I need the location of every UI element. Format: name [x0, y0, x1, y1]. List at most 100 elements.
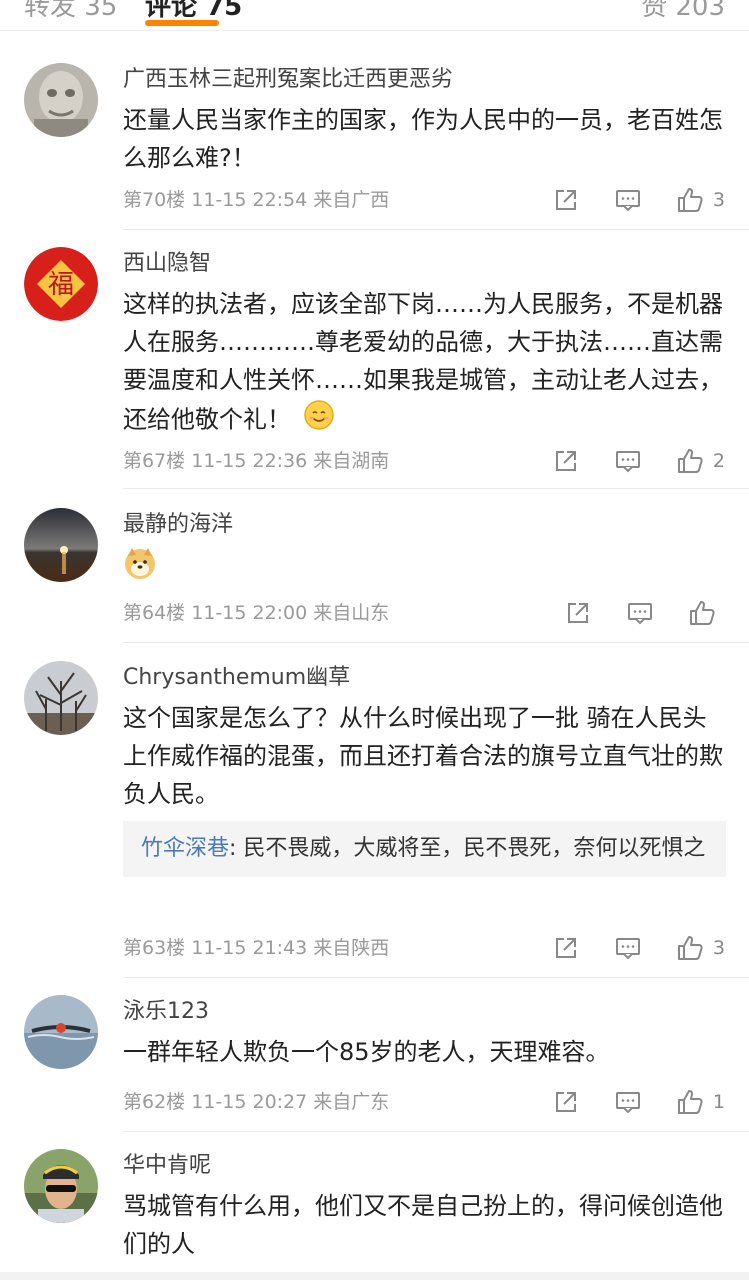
- like-button[interactable]: 3: [677, 187, 725, 213]
- share-button[interactable]: [565, 600, 591, 626]
- share-button[interactable]: [553, 1089, 579, 1115]
- reply-button[interactable]: [615, 448, 641, 474]
- comment-username[interactable]: 最静的海洋: [123, 510, 233, 540]
- comment-icon: [615, 938, 640, 960]
- comment-text: 还量人民当家作主的国家，作为人民中的一员，老百姓怎么那么难?！: [123, 106, 723, 172]
- share-icon: [568, 603, 588, 623]
- comment-location: 来自湖南: [313, 450, 390, 472]
- like-count: 1: [712, 1091, 725, 1113]
- active-tab-indicator: [145, 20, 219, 26]
- share-button[interactable]: [553, 448, 579, 474]
- comment-location: 来自广西: [313, 189, 390, 211]
- comment-time: 11-15 22:54: [191, 189, 308, 211]
- reply-text: 竹伞深巷: 民不畏威，大威将至，民不畏死，奈何以死惧之: [123, 821, 726, 877]
- comment-time: 11-15 20:27: [191, 1091, 308, 1113]
- comment-username[interactable]: Chrysanthemum幽草: [123, 663, 350, 693]
- comment-actions: [529, 598, 725, 628]
- comment-time: 11-15 22:00: [191, 602, 308, 624]
- comment-icon: [628, 603, 652, 625]
- avatar[interactable]: 福: [24, 247, 98, 321]
- comment-icon: [615, 451, 640, 473]
- like-count: 3: [712, 937, 725, 959]
- share-icon: [555, 938, 576, 958]
- comment-username[interactable]: 泳乐123: [123, 997, 209, 1027]
- comment-tabs: 转发 35 评论 75 赞 203: [0, 0, 749, 31]
- comment-text: [123, 546, 729, 591]
- divider: [123, 488, 749, 489]
- divider: [123, 1131, 749, 1132]
- comment-actions: 2: [517, 446, 725, 476]
- comment-meta: 第62楼 11-15 20:27 来自广东: [123, 1089, 389, 1115]
- like-button[interactable]: 3: [677, 935, 725, 961]
- reply-button[interactable]: [627, 600, 653, 626]
- floor-number: 第64楼: [123, 602, 186, 624]
- reply-button[interactable]: [615, 1089, 641, 1115]
- reply-button[interactable]: [615, 935, 641, 961]
- share-icon: [555, 190, 576, 210]
- avatar[interactable]: [24, 63, 98, 137]
- comment-username[interactable]: 华中肯呢: [123, 1151, 211, 1181]
- cyclist-avatar: [24, 1149, 98, 1223]
- comment-time: 11-15 21:43: [191, 937, 308, 959]
- bare-trees-avatar: [24, 661, 98, 735]
- svg-text:福: 福: [48, 270, 74, 300]
- comment-actions: 3: [517, 933, 725, 963]
- thumbs-up-icon: [690, 601, 715, 625]
- comment-text: 骂城管有什么用，他们又不是自己扮上的，得问候创造他们的人: [123, 1192, 723, 1258]
- reply-button[interactable]: [615, 187, 641, 213]
- divider: [123, 229, 749, 230]
- comment-meta: 第64楼 11-15 22:00 来自山东: [123, 600, 389, 626]
- share-button[interactable]: [553, 187, 579, 213]
- comment-text: 这个国家是怎么了？从什么时候出现了一批 骑在人民头上作威作福的混蛋，而且还打着合…: [123, 704, 723, 808]
- comment-meta: 第67楼 11-15 22:36 来自湖南: [123, 448, 389, 474]
- share-icon: [555, 451, 576, 471]
- share-icon: [555, 1092, 576, 1112]
- tab-likes[interactable]: 赞 203: [641, 0, 725, 23]
- sunset-sea-avatar: [24, 508, 98, 582]
- like-button[interactable]: 2: [677, 448, 725, 474]
- comment-meta: 第63楼 11-15 21:43 来自陕西: [123, 935, 389, 961]
- comment-icon: [615, 1092, 640, 1114]
- comment-text: 这样的执法者，应该全部下岗……为人民服务，不是机器人在服务…………尊老爱幼的品德…: [123, 285, 729, 442]
- floor-number: 第63楼: [123, 937, 186, 959]
- reply-box[interactable]: 竹伞深巷: 民不畏威，大威将至，民不畏死，奈何以死惧之: [123, 821, 726, 877]
- comment-text: 一群年轻人欺负一个85岁的老人，天理难容。: [123, 1038, 610, 1066]
- smile-emoji: [303, 399, 335, 442]
- divider: [123, 642, 749, 643]
- floor-number: 第62楼: [123, 1091, 186, 1113]
- comment-location: 来自山东: [313, 602, 390, 624]
- comment-actions: 3: [517, 185, 725, 215]
- comment-username[interactable]: 西山隐智: [123, 249, 211, 279]
- avatar[interactable]: [24, 661, 98, 735]
- bottom-edge: [0, 1272, 749, 1280]
- comment-icon: [615, 190, 640, 212]
- thumbs-up-icon: [677, 188, 703, 212]
- comment-time: 11-15 22:36: [191, 450, 308, 472]
- tab-reposts[interactable]: 转发 35: [24, 0, 117, 23]
- thumbs-up-icon: [677, 936, 703, 960]
- comment-text-body: 这样的执法者，应该全部下岗……为人民服务，不是机器人在服务…………尊老爱幼的品德…: [123, 290, 723, 434]
- reply-username[interactable]: 竹伞深巷: [141, 836, 229, 861]
- comment-meta: 第70楼 11-15 22:54 来自广西: [123, 187, 389, 213]
- thumbs-up-icon: [677, 449, 703, 473]
- swimmer-avatar: [24, 995, 98, 1069]
- floor-number: 第70楼: [123, 189, 186, 211]
- comment-location: 来自陕西: [313, 937, 390, 959]
- floor-number: 第67楼: [123, 450, 186, 472]
- like-count: 2: [712, 450, 725, 472]
- doge-emoji: [123, 546, 157, 591]
- like-button[interactable]: 1: [677, 1089, 725, 1115]
- fu-character-avatar: 福: [24, 247, 98, 321]
- avatar[interactable]: [24, 1149, 98, 1223]
- share-button[interactable]: [553, 935, 579, 961]
- reply-content: : 民不畏威，大威将至，民不畏死，奈何以死惧之: [229, 836, 706, 861]
- thumbs-up-icon: [677, 1090, 703, 1114]
- comment-username[interactable]: 广西玉林三起刑冤案比迁西更恶劣: [123, 65, 453, 95]
- comment-actions: 1: [517, 1087, 725, 1117]
- like-button[interactable]: [689, 600, 725, 626]
- avatar[interactable]: [24, 508, 98, 582]
- comment-location: 来自广东: [313, 1091, 390, 1113]
- like-count: 3: [712, 189, 725, 211]
- stone-statue-avatar: [24, 63, 98, 137]
- avatar[interactable]: [24, 995, 98, 1069]
